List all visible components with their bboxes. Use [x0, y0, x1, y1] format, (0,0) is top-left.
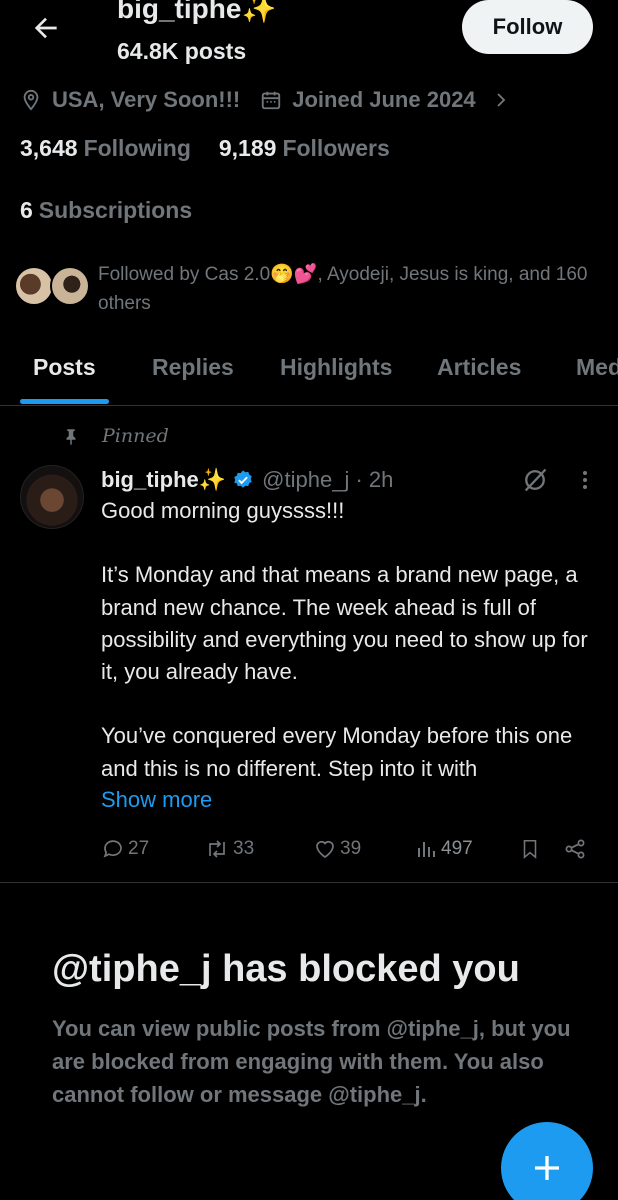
tab-articles[interactable]: Articles: [437, 354, 521, 381]
share-icon: [565, 839, 585, 859]
arrow-left-icon: [34, 17, 57, 39]
views-button[interactable]: 497: [414, 832, 473, 866]
post-author-name[interactable]: big_tiphe✨: [101, 467, 226, 493]
posts-count: 64.8K posts: [117, 38, 247, 64]
followers-link[interactable]: 9,189 Followers: [219, 135, 390, 162]
tab-media[interactable]: Media: [576, 354, 618, 381]
reply-count: 27: [128, 838, 150, 859]
post-paragraph: It’s Monday and that means a brand new p…: [101, 562, 588, 685]
subscriptions-count: 6: [20, 197, 33, 223]
verified-badge-icon: [232, 469, 254, 491]
follow-stats: 3,648 Following 9,189 Followers: [20, 135, 390, 162]
followed-by[interactable]: Followed by Cas 2.0🤭💕, Ayodeji, Jesus is…: [14, 260, 604, 320]
post-text[interactable]: Good morning guyssss!!! It’s Monday and …: [101, 495, 591, 817]
grok-icon[interactable]: [520, 465, 550, 495]
following-link[interactable]: 3,648 Following: [20, 135, 191, 162]
joined-text: Joined June 2024: [292, 87, 476, 112]
followed-by-text: Followed by Cas 2.0🤭💕, Ayodeji, Jesus is…: [98, 264, 588, 314]
reply-icon: [103, 840, 122, 858]
repost-button[interactable]: 33: [204, 832, 254, 866]
bookmark-icon: [523, 839, 537, 859]
pinned-label: Pinned: [102, 425, 169, 447]
avatar: [14, 266, 54, 306]
plus-icon: [535, 1156, 559, 1180]
pin-icon: [66, 429, 76, 445]
follower-avatars: [14, 266, 94, 306]
following-count: 3,648: [20, 135, 78, 161]
more-options-icon[interactable]: [573, 465, 597, 495]
tab-replies[interactable]: Replies: [152, 354, 234, 381]
pinned-indicator: Pinned: [62, 422, 169, 450]
bookmark-button[interactable]: [519, 832, 541, 866]
like-count: 39: [340, 838, 362, 859]
show-more-link[interactable]: Show more: [101, 787, 212, 813]
chevron-right-icon[interactable]: [492, 89, 510, 111]
post-author-avatar[interactable]: [20, 465, 84, 529]
tab-posts[interactable]: Posts: [33, 354, 96, 381]
views-count: 497: [441, 838, 473, 859]
followers-count: 9,189: [218, 135, 277, 161]
profile-tabs: Posts Replies Highlights Articles Media: [0, 340, 618, 406]
avatar: [50, 266, 90, 306]
repost-icon: [209, 840, 225, 858]
reply-button[interactable]: 27: [101, 832, 149, 866]
back-button[interactable]: [28, 10, 64, 46]
calendar-icon: [260, 89, 282, 111]
repost-count: 33: [233, 838, 255, 859]
post-paragraph: You’ve conquered every Monday before thi…: [101, 723, 573, 781]
follow-button[interactable]: Follow: [462, 0, 593, 54]
location-pin-icon: [20, 89, 42, 111]
divider: [0, 882, 618, 883]
post-actions: 27 33 39 497: [101, 832, 591, 866]
followers-label: Followers: [282, 135, 390, 161]
post-paragraph: Good morning guyssss!!!: [101, 498, 345, 523]
subscriptions-link[interactable]: 6 Subscriptions: [20, 197, 192, 224]
profile-name: big_tiphe✨: [117, 0, 277, 24]
blocked-description: You can view public posts from @tiphe_j,…: [52, 1016, 571, 1107]
following-label: Following: [83, 135, 191, 161]
post-author-handle[interactable]: @tiphe_j · 2h: [262, 467, 393, 493]
active-tab-indicator: [20, 399, 109, 404]
compose-post-button[interactable]: [501, 1122, 593, 1200]
like-button[interactable]: 39: [313, 832, 361, 866]
heart-icon: [316, 841, 334, 859]
profile-header: big_tiphe✨ 64.8K posts Follow: [0, 0, 618, 80]
location-text: USA, Very Soon!!!: [52, 87, 241, 112]
blocked-title: @tiphe_j has blocked you: [52, 948, 520, 990]
profile-meta: USA, Very Soon!!! Joined June 2024: [20, 85, 510, 115]
views-icon: [418, 842, 435, 857]
subscriptions-label: Subscriptions: [38, 197, 193, 223]
tab-highlights[interactable]: Highlights: [280, 354, 392, 381]
share-button[interactable]: [563, 832, 587, 866]
post-header: big_tiphe✨ @tiphe_j · 2h: [101, 465, 393, 495]
